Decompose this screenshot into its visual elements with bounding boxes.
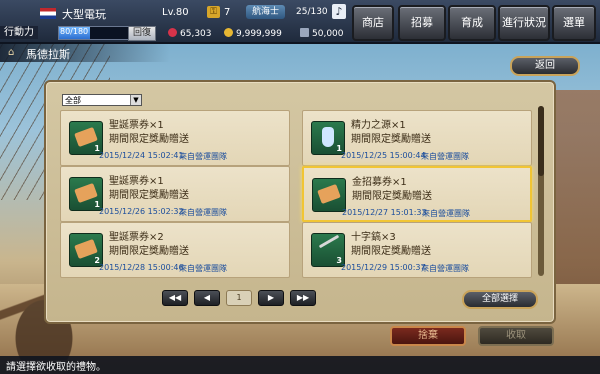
last-page-button[interactable]: ▶▶ [290,290,316,306]
item-source: 來自營運團隊 [421,264,469,273]
cargo-icon [300,28,309,37]
gift-item[interactable]: 2 聖誕票券×2 期間限定獎勵贈送 2015/12/28 15:00:46 來自營運團隊 [60,222,290,278]
stamina-value: 80/180 [60,27,89,36]
item-name: 聖誕票券×1 [109,120,164,131]
item-date: 2015/12/27 15:01:33 [342,208,427,217]
category-filter-select[interactable]: 全部 ▼ [62,94,142,106]
stamina-label: 行動力 [0,26,38,39]
scrollbar[interactable] [538,106,544,276]
gift-item[interactable]: 3 十字鎬×3 期間限定獎勵贈送 2015/12/29 15:00:37 來自營運團隊 [302,222,532,278]
gift-item[interactable]: 金招募券×1 期間限定獎勵贈送 2015/12/27 15:01:33 來自營運團隊 [302,166,532,222]
back-button[interactable]: 返回 [510,56,580,76]
chevron-down-icon: ▼ [130,95,141,105]
ticket-icon: 1 [69,121,103,155]
item-source: 來自營運團隊 [179,208,227,217]
crew-count: 25/130 [296,7,328,17]
item-name: 精力之源×1 [351,120,406,131]
item-source: 來自營運團隊 [421,152,469,161]
ticket-icon [312,178,346,212]
menu-button[interactable]: 選單 [552,5,596,41]
pickaxe-icon: 3 [311,233,345,267]
item-source: 來自營運團隊 [179,264,227,273]
player-name: 大型電玩 [62,8,106,21]
next-page-button[interactable]: ▶ [258,290,284,306]
shop-button[interactable]: 商店 [352,5,394,41]
page-number: 1 [226,290,252,306]
item-date: 2015/12/29 15:00:37 [341,263,426,272]
item-name: 十字鎬×3 [351,232,396,243]
music-note-icon[interactable]: ♪ [332,4,346,19]
item-source: 來自營運團隊 [179,152,227,161]
item-source: 來自營運團隊 [422,209,470,218]
ticket-icon: 1 [69,177,103,211]
gift-item[interactable]: 1 聖誕票券×1 期間限定獎勵贈送 2015/12/26 15:02:32 來自營運團隊 [60,166,290,222]
item-name: 聖誕票券×2 [109,232,164,243]
nation-flag-icon [40,8,56,19]
recover-button[interactable]: 回復 [128,26,156,41]
status-message: 請選擇欲收取的禮物。 [6,362,106,373]
gem-resource: 65,303 [168,28,212,39]
ticket-icon: 2 [69,233,103,267]
item-name: 聖誕票券×1 [109,176,164,187]
item-date: 2015/12/26 15:02:32 [99,207,184,216]
gift-item[interactable]: 1 聖誕票券×1 期間限定獎勵贈送 2015/12/24 15:02:41 來自營運團隊 [60,110,290,166]
first-page-button[interactable]: ◀◀ [162,290,188,306]
potion-icon: 1 [311,121,345,155]
gem-icon [168,28,177,37]
port-icon: ⌂ [8,47,15,58]
item-description: 期間限定獎勵贈送 [109,134,189,145]
job-badge: 航海士 [246,5,286,19]
select-all-button[interactable]: 全部選擇 [462,290,538,309]
training-button[interactable]: 育成 [448,5,496,41]
prev-page-button[interactable]: ◀ [194,290,220,306]
item-date: 2015/12/28 15:00:46 [99,263,184,272]
scrollbar-thumb[interactable] [538,106,544,176]
item-description: 期間限定獎勵贈送 [109,190,189,201]
capacity-resource: 50,000 [300,28,344,39]
recruit-button[interactable]: 招募 [398,5,446,41]
receive-button[interactable]: 收取 [478,326,554,346]
item-description: 期間限定獎勵贈送 [109,246,189,257]
gold-resource: 9,999,999 [224,28,282,39]
player-level: Lv.80 [162,7,189,18]
gold-coin-icon [224,28,233,37]
location-name: 馬德拉斯 [26,48,70,61]
key-count: 7 [224,7,231,18]
gift-item[interactable]: 1 精力之源×1 期間限定獎勵贈送 2015/12/25 15:00:44 來自營運團隊 [302,110,532,166]
item-name: 金招募券×1 [352,177,407,188]
item-description: 期間限定獎勵贈送 [351,246,431,257]
discard-button[interactable]: 捨棄 [390,326,466,346]
item-description: 期間限定獎勵贈送 [352,191,432,202]
item-description: 期間限定獎勵贈送 [351,134,431,145]
item-date: 2015/12/24 15:02:41 [99,151,184,160]
progress-button[interactable]: 進行狀況 [498,5,550,41]
item-date: 2015/12/25 15:00:44 [341,151,426,160]
key-icon: ⚿ [207,6,220,18]
